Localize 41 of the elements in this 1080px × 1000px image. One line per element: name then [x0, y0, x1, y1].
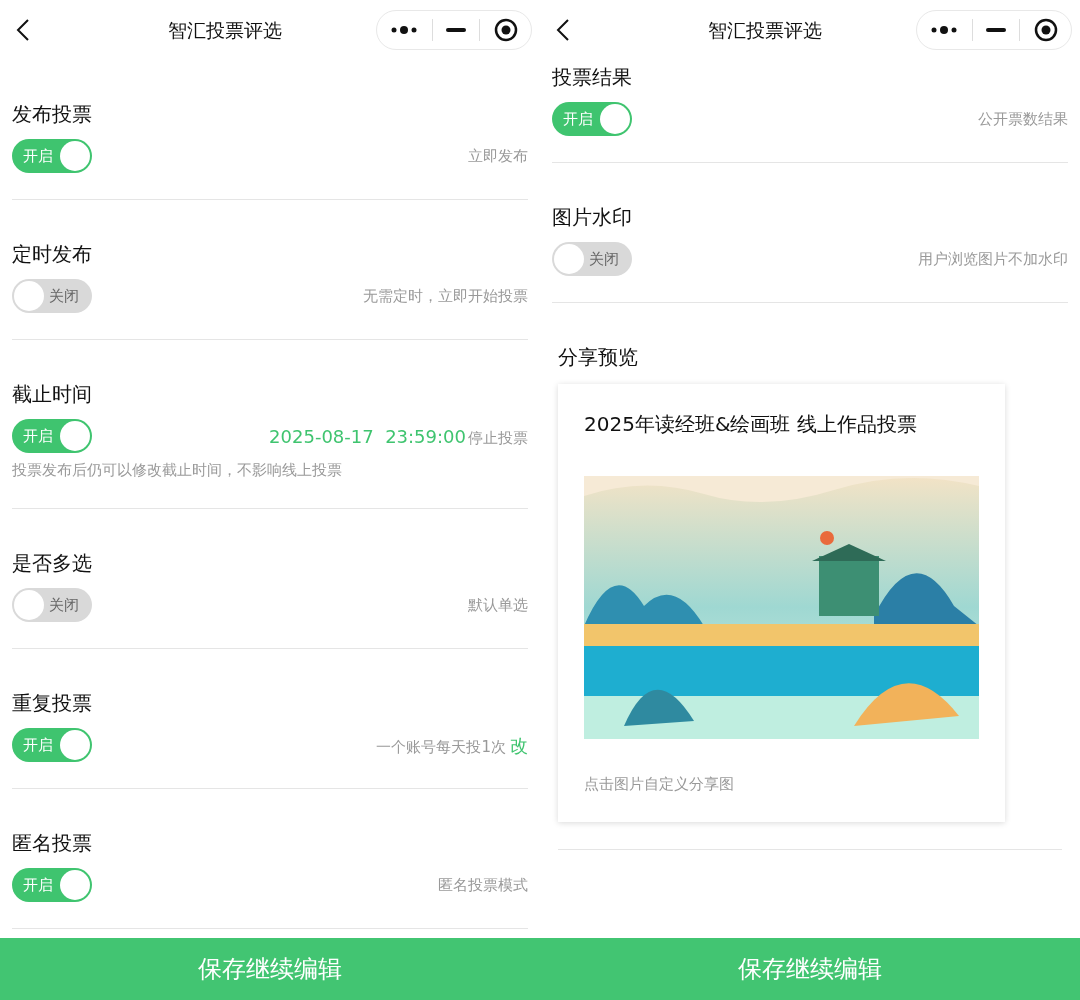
toggle-switch[interactable]: 开启 — [12, 419, 92, 453]
hint-text: 立即发布 — [468, 145, 528, 167]
hint-text: 一个账号每天投1次 — [376, 736, 506, 758]
more-icon[interactable] — [930, 25, 959, 35]
section-title: 重复投票 — [12, 690, 93, 717]
toggle-switch[interactable]: 开启 — [552, 102, 632, 136]
target-icon[interactable] — [1033, 18, 1058, 42]
hint-text: 用户浏览图片不加水印 — [918, 248, 1068, 270]
section-title: 投票结果 — [552, 64, 633, 91]
toggle-switch[interactable]: 关闭 — [552, 242, 632, 276]
minimize-icon[interactable] — [986, 28, 1006, 32]
toggle-switch[interactable]: 关闭 — [12, 279, 92, 313]
section-title: 匿名投票 — [12, 830, 93, 857]
section-title: 发布投票 — [12, 101, 93, 128]
target-icon[interactable] — [493, 18, 518, 42]
card-title: 2025年读经班&绘画班 线上作品投票 — [584, 411, 918, 438]
toggle-switch[interactable]: 开启 — [12, 868, 92, 902]
toggle-switch[interactable]: 开启 — [12, 139, 92, 173]
minimize-icon[interactable] — [446, 28, 466, 32]
page-title: 智汇投票评选 — [708, 17, 822, 43]
toggle-switch[interactable]: 开启 — [12, 728, 92, 762]
section-title: 是否多选 — [12, 550, 93, 577]
hint-text: 公开票数结果 — [978, 108, 1068, 130]
save-button[interactable]: 保存继续编辑 — [540, 938, 1080, 1000]
note-text: 投票发布后仍可以修改截止时间，不影响线上投票 — [12, 460, 343, 480]
edit-link[interactable]: 改 — [510, 731, 528, 759]
deadline-value[interactable]: 2025-08-17 23:59:00 — [269, 422, 466, 450]
hint-text: 默认单选 — [468, 594, 528, 616]
toggle-switch[interactable]: 关闭 — [12, 588, 92, 622]
section-title: 截止时间 — [12, 381, 93, 408]
section-title: 分享预览 — [558, 344, 639, 371]
hint-text: 无需定时，立即开始投票 — [363, 285, 528, 307]
more-icon[interactable] — [390, 25, 419, 35]
landscape-drawing[interactable] — [584, 476, 979, 739]
save-button[interactable]: 保存继续编辑 — [0, 938, 540, 1000]
caption-text: 点击图片自定义分享图 — [584, 774, 735, 795]
hint-text: 匿名投票模式 — [438, 874, 528, 896]
section-title: 图片水印 — [552, 204, 633, 231]
hint-text: 停止投票 — [468, 427, 528, 449]
page-title: 智汇投票评选 — [168, 17, 282, 43]
section-title: 定时发布 — [12, 241, 93, 268]
